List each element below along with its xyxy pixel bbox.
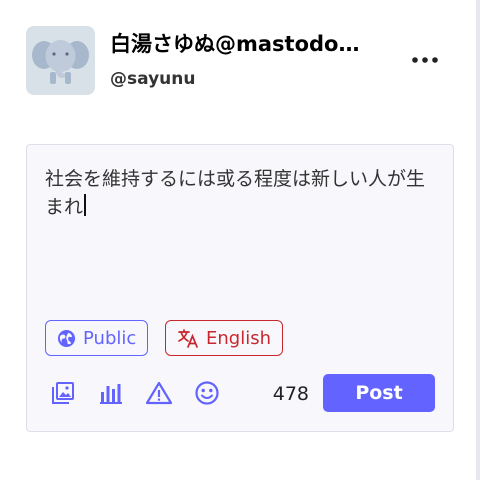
poll-icon — [100, 384, 122, 404]
add-poll-button[interactable] — [97, 379, 125, 407]
compose-textarea[interactable]: 社会を維持するには或る程度は新しい人が生まれ — [45, 165, 435, 221]
globe-icon — [57, 329, 76, 348]
visibility-label: Public — [83, 327, 137, 349]
display-name[interactable]: 白湯さゆぬ@mastodo… — [110, 28, 380, 60]
account-header: 白湯さゆぬ@mastodo… @sayunu — [26, 26, 446, 96]
visibility-button[interactable]: Public — [45, 320, 149, 356]
content-warning-button[interactable] — [145, 379, 173, 407]
text-caret — [84, 194, 86, 216]
more-horizontal-icon — [412, 57, 438, 63]
language-label: English — [206, 327, 271, 349]
post-button[interactable]: Post — [323, 374, 435, 412]
language-button[interactable]: English — [165, 320, 283, 356]
emoji-icon — [195, 381, 219, 405]
compose-form: 社会を維持するには或る程度は新しい人が生まれ Public English 47… — [26, 144, 454, 432]
character-counter: 478 — [272, 383, 309, 405]
more-button[interactable] — [408, 48, 442, 72]
emoji-picker-button[interactable] — [193, 379, 221, 407]
media-icon — [52, 382, 74, 404]
elephant-avatar-icon — [26, 26, 95, 95]
compose-text: 社会を維持するには或る程度は新しい人が生まれ — [45, 168, 426, 218]
add-media-button[interactable] — [49, 379, 77, 407]
avatar[interactable] — [26, 26, 95, 95]
account-handle[interactable]: @sayunu — [110, 67, 195, 91]
scrollbar-track[interactable] — [476, 0, 480, 480]
content-warning-icon — [145, 381, 173, 405]
translate-icon — [177, 328, 199, 348]
